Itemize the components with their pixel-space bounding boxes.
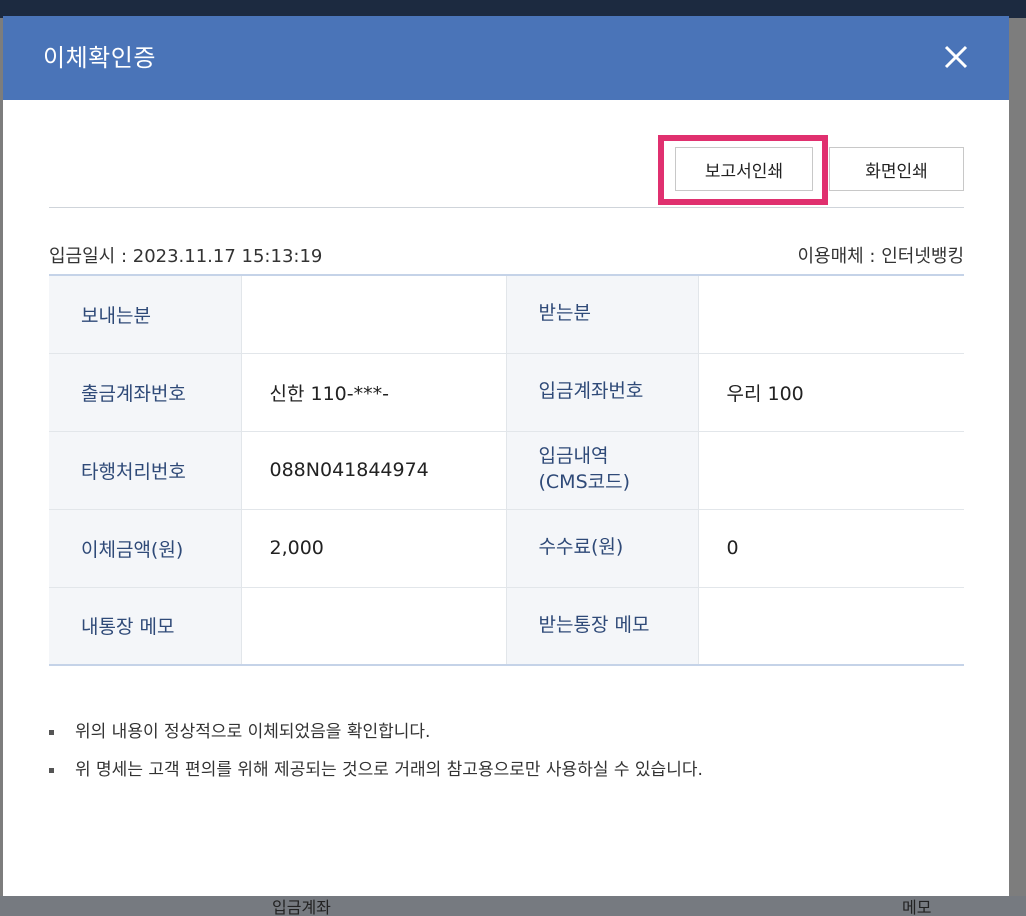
close-icon[interactable] xyxy=(941,42,971,72)
my-memo-value xyxy=(241,587,506,665)
report-print-button[interactable]: 보고서인쇄 xyxy=(675,147,813,191)
transfer-amount-value: 2,000 xyxy=(241,509,506,588)
deposit-memo-cms-value xyxy=(698,431,964,510)
recipient-memo-value xyxy=(698,587,964,665)
transfer-detail-table: 보내는분 받는분 출금계좌번호 신한 110-***- 입금계좌번호 우리 10… xyxy=(49,274,964,666)
transfer-amount-label: 이체금액(원) xyxy=(49,509,242,588)
sender-label: 보내는분 xyxy=(49,275,242,354)
dialog-header: 이체확인증 xyxy=(3,16,1009,100)
withdraw-account-value: 신한 110-***- xyxy=(241,353,506,432)
table-row: 이체금액(원) 2,000 수수료(원) 0 xyxy=(49,509,964,588)
transfer-confirmation-dialog: 이체확인증 보고서인쇄 화면인쇄 입금일시 : 2023.11.17 15:13… xyxy=(3,16,1009,896)
table-row: 보내는분 받는분 xyxy=(49,275,964,354)
sender-value xyxy=(241,275,506,354)
table-row: 타행처리번호 088N041844974 입금내역 (CMS코드) xyxy=(49,431,964,510)
recipient-memo-label: 받는통장 메모 xyxy=(505,587,699,665)
recipient-value xyxy=(698,275,964,354)
deposit-memo-cms-label: 입금내역 (CMS코드) xyxy=(505,431,699,510)
toolbar-divider xyxy=(49,207,964,208)
interbank-number-value: 088N041844974 xyxy=(241,431,506,510)
background-bottom-bar: 입금계좌 메모 xyxy=(0,896,1026,916)
background-column-memo: 메모 xyxy=(902,898,932,916)
notice-item-reference: 위 명세는 고객 편의를 위해 제공되는 것으로 거래의 참고용으로만 사용하실… xyxy=(49,758,703,796)
withdraw-account-label: 출금계좌번호 xyxy=(49,353,242,432)
interbank-number-label: 타행처리번호 xyxy=(49,431,242,510)
recipient-label: 받는분 xyxy=(505,275,699,354)
table-row: 출금계좌번호 신한 110-***- 입금계좌번호 우리 100 xyxy=(49,353,964,432)
deposit-account-value: 우리 100 xyxy=(698,353,964,432)
background-column-deposit-account: 입금계좌 xyxy=(272,898,331,916)
channel-info: 이용매체 : 인터넷뱅킹 xyxy=(797,246,964,267)
dialog-title: 이체확인증 xyxy=(43,44,156,72)
deposit-memo-cms-text: 입금내역 (CMS코드) xyxy=(538,445,631,493)
fee-label: 수수료(원) xyxy=(505,509,699,588)
table-row: 내통장 메모 받는통장 메모 xyxy=(49,587,964,665)
fee-value: 0 xyxy=(698,509,964,588)
notice-item-confirmation: 위의 내용이 정상적으로 이체되었음을 확인합니다. xyxy=(49,720,703,758)
deposit-datetime: 입금일시 : 2023.11.17 15:13:19 xyxy=(49,246,323,267)
deposit-account-label: 입금계좌번호 xyxy=(505,353,699,432)
my-memo-label: 내통장 메모 xyxy=(49,587,242,665)
screen-print-button[interactable]: 화면인쇄 xyxy=(829,147,964,191)
notice-list: 위의 내용이 정상적으로 이체되었음을 확인합니다. 위 명세는 고객 편의를 … xyxy=(49,720,703,796)
